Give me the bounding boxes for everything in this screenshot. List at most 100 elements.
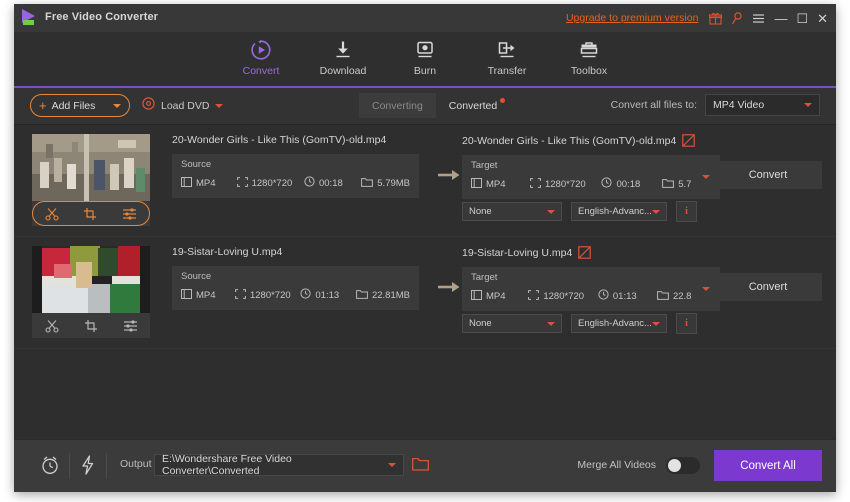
convert-button[interactable]: Convert [714,273,822,301]
maximize-button[interactable]: ☐ [796,12,808,25]
target-resolution-value: 1280*720 [543,290,585,302]
audio-track-value: English-Advanc... [578,318,652,329]
chevron-down-icon [652,209,660,214]
chevron-down-icon[interactable] [113,103,121,108]
convert-all-format-select[interactable]: MP4 Video [705,94,820,116]
key-icon[interactable] [731,11,743,25]
target-options-row: None English-Advanc... i [462,313,697,334]
gift-icon[interactable] [709,12,723,25]
target-file-name-row: 19-Sistar-Loving U.mp4 [462,246,730,259]
divider [106,453,107,479]
crop-icon[interactable] [84,319,98,333]
source-duration-value: 00:18 [318,177,343,189]
trim-scissors-icon[interactable] [45,207,59,221]
audio-track-select[interactable]: English-Advanc... [571,202,667,221]
target-duration-value: 01:13 [612,290,637,302]
chevron-down-icon[interactable] [215,103,224,108]
source-format-value: MP4 [196,289,216,301]
source-file-name: 19-Sistar-Loving U.mp4 [172,246,283,258]
toggle-knob [668,459,681,472]
crop-icon[interactable] [83,207,97,221]
target-resolution: 1280*720 [530,177,602,191]
target-info-box: Target MP4 1280*720 01:13 [462,267,720,311]
app-logo: Free Video Converter [22,9,158,25]
target-resolution: 1280*720 [528,289,598,303]
source-title: Source [181,159,212,170]
file-list: 20-Wonder Girls - Like This (GomTV)-old.… [14,125,836,459]
trim-scissors-icon[interactable] [44,319,59,333]
nav-item-download[interactable]: Download [302,32,384,86]
effects-sliders-icon[interactable] [123,319,138,333]
close-button[interactable]: ✕ [817,12,828,25]
conversion-arrow-icon [438,280,460,299]
transfer-icon [496,38,518,62]
source-duration-value: 01:13 [315,289,340,301]
resolution-icon [235,288,246,302]
nav-item-burn[interactable]: Burn [384,32,466,86]
divider [69,453,70,479]
upgrade-link[interactable]: Upgrade to premium version [566,12,698,24]
app-logo-icon [22,9,39,25]
nav-label-download: Download [319,65,367,77]
output-label: Output [120,458,152,470]
video-thumbnail[interactable] [32,134,150,226]
add-files-button[interactable]: + Add Files [30,94,130,117]
thumbnail-image [32,246,150,313]
folder-icon [361,177,374,190]
source-column: 20-Wonder Girls - Like This (GomTV)-old.… [172,125,430,198]
media-info-button[interactable]: i [676,313,697,334]
source-resolution-value: 1280*720 [249,289,291,301]
subtitle-select[interactable]: None [462,202,562,221]
audio-track-select[interactable]: English-Advanc... [571,314,667,333]
bottom-bar: Output E:\Wondershare Free Video Convert… [14,439,836,492]
nav-item-convert[interactable]: Convert [220,32,302,86]
alarm-clock-icon[interactable] [40,455,60,475]
minimize-button[interactable]: — [774,12,787,25]
edit-pencil-icon[interactable] [682,134,696,147]
table-row: 19-Sistar-Loving U.mp4 Source MP4 1280*7… [14,237,836,349]
convert-button[interactable]: Convert [714,161,822,189]
source-title: Source [181,271,212,282]
chevron-down-icon [547,321,555,326]
notification-dot [500,98,506,103]
tab-converted-label: Converted [448,99,498,112]
format-icon [471,177,482,191]
source-format: MP4 [181,176,237,190]
merge-all-videos-toggle[interactable] [666,457,700,474]
media-info-button[interactable]: i [676,201,697,222]
tab-converting[interactable]: Converting [359,93,436,118]
source-size: 22.81MB [356,289,410,302]
load-dvd-button[interactable]: Load DVD [142,94,224,117]
format-icon [471,289,482,303]
source-meta: MP4 1280*720 00:18 5.79MB [181,176,410,190]
target-format: MP4 [471,177,530,191]
source-resolution-value: 1280*720 [251,177,293,189]
convert-all-button[interactable]: Convert All [714,450,822,481]
target-format-value: MP4 [486,178,506,190]
target-file-name: 20-Wonder Girls - Like This (GomTV)-old.… [462,134,677,147]
subtitle-select[interactable]: None [462,314,562,333]
nav-item-transfer[interactable]: Transfer [466,32,548,86]
source-size-value: 22.81MB [371,289,410,301]
download-icon [332,38,354,62]
source-resolution: 1280*720 [235,288,300,302]
nav-item-toolbox[interactable]: Toolbox [548,32,630,86]
video-thumbnail[interactable] [32,246,150,338]
folder-icon [662,178,675,191]
source-info-box: Source MP4 1280*720 00:18 5.79MB [172,154,419,198]
source-format-value: MP4 [196,177,216,189]
output-path-select[interactable]: E:\Wondershare Free Video Converter\Conv… [154,453,404,477]
edit-pencil-icon[interactable] [578,246,592,259]
menu-icon[interactable] [752,13,765,24]
app-window: Free Video Converter Upgrade to premium … [14,4,836,492]
title-bar: Free Video Converter Upgrade to premium … [14,4,836,32]
effects-sliders-icon[interactable] [122,207,137,221]
table-row: 20-Wonder Girls - Like This (GomTV)-old.… [14,125,836,237]
lightning-bolt-icon[interactable] [80,455,96,475]
target-meta: MP4 1280*720 01:13 22.87MB [471,289,711,303]
tab-converted[interactable]: Converted [436,93,510,118]
open-folder-icon[interactable] [412,457,429,471]
source-format: MP4 [181,288,235,302]
nav-label-transfer: Transfer [487,65,527,77]
source-duration: 01:13 [300,288,356,302]
